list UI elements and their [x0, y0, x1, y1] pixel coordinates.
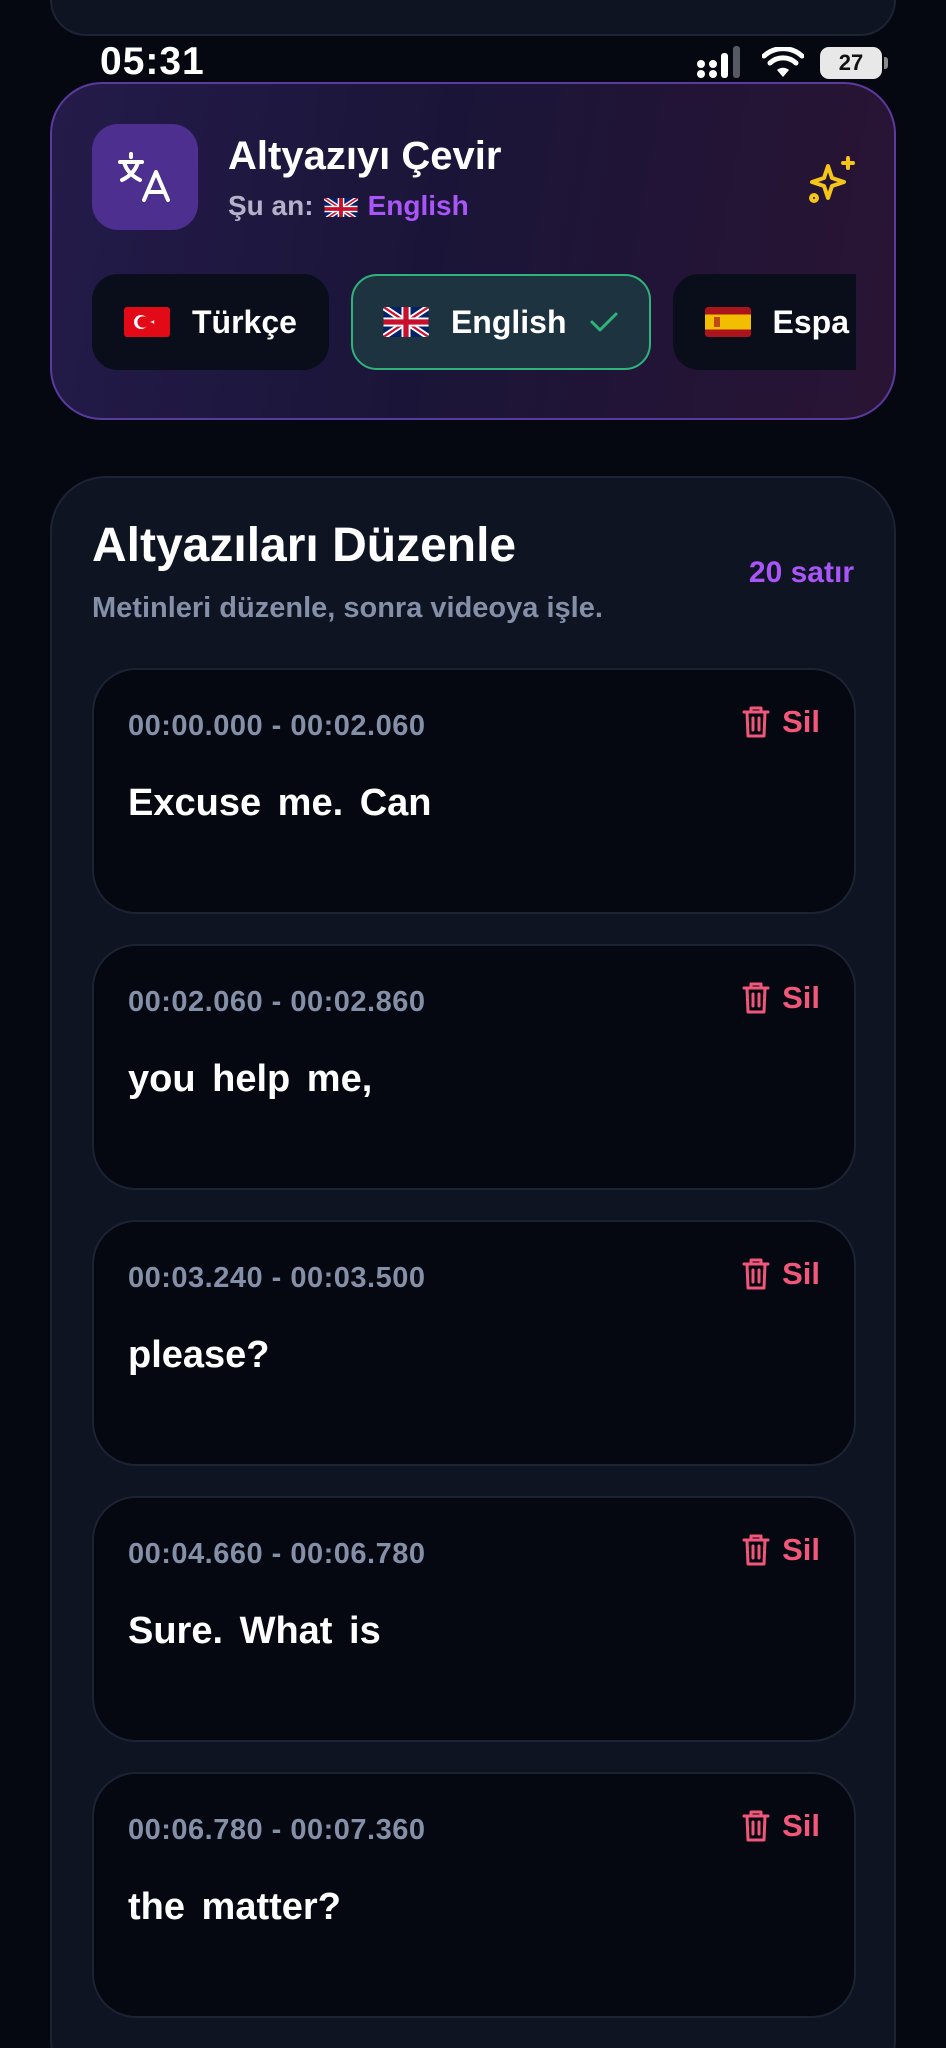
- checkmark-icon: [590, 312, 617, 332]
- cellular-signal-icon: [697, 46, 740, 78]
- subtitle-item: 00:04.660 - 00:06.780 Sil Sure. What is: [92, 1496, 856, 1742]
- language-chip-english[interactable]: English: [350, 274, 651, 370]
- trash-icon: [742, 982, 770, 1014]
- subtitle-item: 00:03.240 - 00:03.500 Sil please?: [92, 1220, 856, 1466]
- battery-level: 27: [838, 50, 864, 75]
- subtitle-timecode: 00:02.060 - 00:02.860: [128, 986, 426, 1018]
- subtitle-text-field[interactable]: you help me,: [128, 1058, 372, 1101]
- subtitle-text-field[interactable]: Excuse me. Can: [128, 782, 431, 825]
- subtitle-timecode: 00:03.240 - 00:03.500: [128, 1262, 426, 1294]
- trash-icon: [742, 706, 770, 738]
- subtitle-timecode: 00:06.780 - 00:07.360: [128, 1814, 426, 1846]
- trash-icon: [742, 1258, 770, 1290]
- editor-subtitle: Metinleri düzenle, sonra videoya işle.: [92, 592, 603, 624]
- subtitle-text-field[interactable]: please?: [128, 1334, 270, 1377]
- language-chip-label: Türkçe: [192, 303, 297, 340]
- delete-button[interactable]: Sil: [742, 1532, 820, 1568]
- subtitle-timecode: 00:04.660 - 00:06.780: [128, 1538, 426, 1570]
- status-bar: 05:31 27: [0, 38, 946, 88]
- delete-button[interactable]: Sil: [742, 1808, 820, 1844]
- uk-flag-icon: [382, 307, 429, 337]
- uk-flag-icon: [323, 195, 358, 217]
- editor-title: Altyazıları Düzenle: [92, 519, 517, 572]
- translate-glyph-icon: [118, 152, 170, 202]
- subtitle-list: 00:00.000 - 00:02.060 Sil Excuse me. Can…: [92, 668, 856, 2048]
- status-indicators: 27: [696, 46, 888, 80]
- current-language-line: Şu an: English: [228, 190, 469, 222]
- translate-icon: [92, 124, 198, 230]
- translate-card: Altyazıyı Çevir Şu an: English Türkçe En…: [50, 82, 896, 420]
- subtitle-item: 00:02.060 - 00:02.860 Sil you help me,: [92, 944, 856, 1190]
- trash-icon: [742, 1534, 770, 1566]
- status-time: 05:31: [100, 40, 205, 83]
- language-chip-label: Espa: [772, 303, 849, 340]
- subtitle-editor-card: Altyazıları Düzenle 20 satır Metinleri d…: [50, 476, 896, 2048]
- tr-flag-icon: [124, 307, 170, 337]
- delete-label: Sil: [782, 1256, 820, 1291]
- battery-icon: 27: [820, 47, 888, 79]
- current-language-name: English: [367, 190, 469, 221]
- delete-label: Sil: [782, 980, 820, 1015]
- subtitle-text-field[interactable]: the matter?: [128, 1886, 341, 1929]
- current-language-label: Şu an:: [228, 190, 314, 221]
- subtitle-item: 00:00.000 - 00:02.060 Sil Excuse me. Can: [92, 668, 856, 914]
- subtitle-timecode: 00:00.000 - 00:02.060: [128, 710, 426, 742]
- delete-button[interactable]: Sil: [742, 1256, 820, 1292]
- delete-button[interactable]: Sil: [742, 704, 820, 740]
- line-count-badge: 20 satır: [748, 556, 854, 589]
- subtitle-item: 00:06.780 - 00:07.360 Sil the matter?: [92, 1772, 856, 2018]
- delete-label: Sil: [782, 1532, 820, 1567]
- delete-label: Sil: [782, 1808, 820, 1843]
- sparkle-icon[interactable]: [806, 154, 858, 206]
- language-chip-turkish[interactable]: Türkçe: [92, 274, 329, 370]
- delete-label: Sil: [782, 704, 820, 739]
- wifi-icon: [762, 47, 804, 77]
- language-chip-label: English: [450, 303, 567, 340]
- trash-icon: [742, 1810, 770, 1842]
- subtitle-text-field[interactable]: Sure. What is: [128, 1610, 381, 1653]
- language-selector: Türkçe English Espa: [92, 274, 856, 374]
- previous-sheet-edge: [50, 0, 896, 36]
- language-chip-spanish[interactable]: Espa: [672, 274, 856, 370]
- delete-button[interactable]: Sil: [742, 980, 820, 1016]
- es-flag-icon: [704, 307, 751, 337]
- translate-title: Altyazıyı Çevir: [228, 134, 502, 178]
